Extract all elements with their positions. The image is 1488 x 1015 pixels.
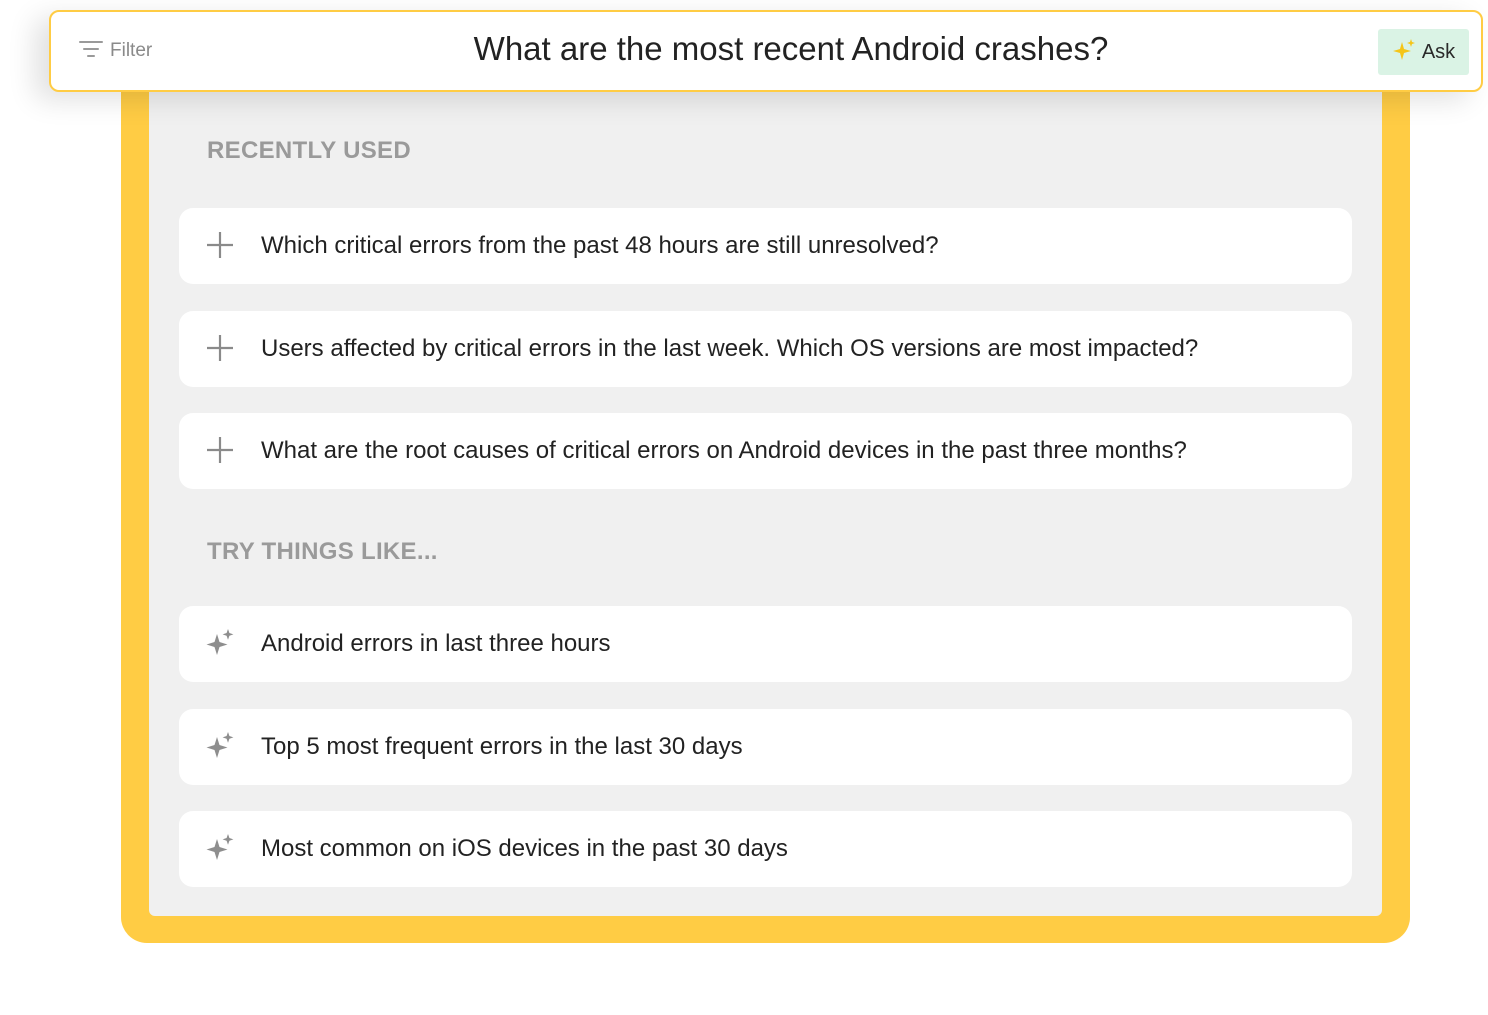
recent-item[interactable]: What are the root causes of critical err… bbox=[179, 413, 1352, 489]
filter-button[interactable]: Filter bbox=[78, 36, 152, 66]
search-input[interactable]: What are the most recent Android crashes… bbox=[251, 30, 1331, 68]
suggestion-item[interactable]: Android errors in last three hours bbox=[179, 606, 1352, 682]
sparkle-icon bbox=[1392, 38, 1416, 67]
search-bar[interactable]: Filter What are the most recent Android … bbox=[49, 10, 1483, 92]
suggestions-heading: TRY THINGS LIKE... bbox=[207, 538, 438, 565]
sparkle-icon bbox=[205, 731, 235, 761]
ask-label: Ask bbox=[1421, 40, 1456, 63]
sparkle-icon bbox=[205, 833, 235, 863]
suggestion-item[interactable]: Top 5 most frequent errors in the last 3… bbox=[179, 709, 1352, 785]
suggestion-item-label: Most common on iOS devices in the past 3… bbox=[261, 835, 788, 862]
ask-button[interactable]: Ask bbox=[1378, 29, 1469, 75]
recently-used-heading: RECENTLY USED bbox=[207, 137, 411, 164]
plus-icon bbox=[205, 230, 235, 260]
plus-icon bbox=[205, 333, 235, 363]
suggestion-item-label: Android errors in last three hours bbox=[261, 630, 611, 657]
recent-item-label: Which critical errors from the past 48 h… bbox=[261, 232, 939, 259]
filter-icon bbox=[78, 38, 104, 65]
recent-item-label: Users affected by critical errors in the… bbox=[261, 335, 1199, 362]
filter-label: Filter bbox=[110, 40, 153, 61]
suggestion-item[interactable]: Most common on iOS devices in the past 3… bbox=[179, 811, 1352, 887]
suggestion-item-label: Top 5 most frequent errors in the last 3… bbox=[261, 733, 743, 760]
recent-item[interactable]: Which critical errors from the past 48 h… bbox=[179, 208, 1352, 284]
recent-item-label: What are the root causes of critical err… bbox=[261, 437, 1187, 464]
plus-icon bbox=[205, 435, 235, 465]
recent-item[interactable]: Users affected by critical errors in the… bbox=[179, 311, 1352, 387]
sparkle-icon bbox=[205, 628, 235, 658]
